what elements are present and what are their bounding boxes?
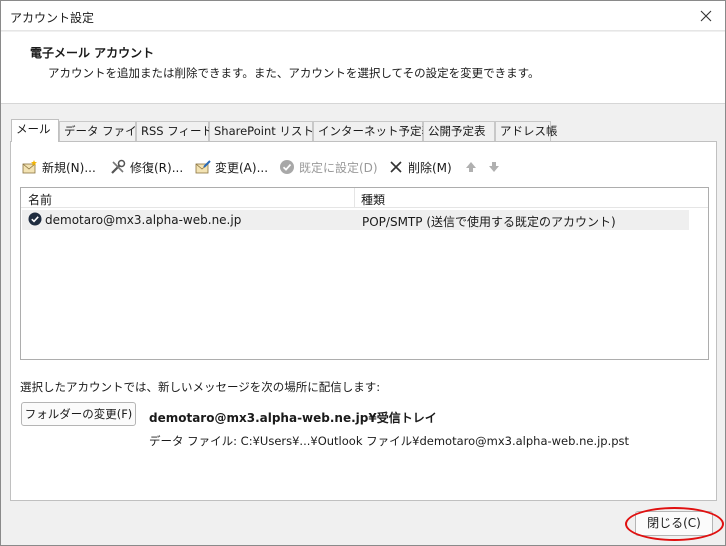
close-icon — [700, 10, 712, 22]
delete-button-label: 削除(M) — [408, 160, 452, 175]
change-account-icon — [195, 159, 211, 175]
move-up-button[interactable] — [463, 158, 483, 176]
check-circle-icon — [279, 159, 295, 175]
new-button[interactable]: 新規(N)... — [22, 158, 96, 176]
title-bar: アカウント設定 — [1, 1, 725, 31]
set-default-button[interactable]: 既定に設定(D) — [279, 158, 378, 176]
repair-button-label: 修復(R)... — [130, 160, 184, 175]
account-list[interactable]: 名前 種類 demotaro@mx3.alpha-web.ne.jp POP/S… — [20, 187, 709, 360]
change-folder-button[interactable]: フォルダーの変更(F) — [21, 402, 136, 426]
column-header-name[interactable]: 名前 — [28, 191, 52, 208]
close-button[interactable]: 閉じる(C) — [635, 511, 713, 536]
data-file-path: データ ファイル: C:¥Users¥...¥Outlook ファイル¥demo… — [149, 434, 630, 448]
delete-x-icon — [388, 159, 404, 175]
change-button-label: 変更(A)... — [215, 160, 269, 175]
tab-internet-calendars[interactable]: インターネット予定表 — [313, 121, 433, 141]
tab-sharepoint-lists[interactable]: SharePoint リスト — [209, 121, 314, 141]
new-button-label: 新規(N)... — [42, 160, 96, 175]
header-section: 電子メール アカウント アカウントを追加または削除できます。また、アカウントを選… — [1, 32, 725, 104]
tab-mail[interactable]: メール — [11, 119, 59, 142]
column-divider — [354, 188, 355, 208]
list-header: 名前 種類 — [21, 188, 708, 208]
move-down-button[interactable] — [486, 158, 506, 176]
mail-tab-panel: 新規(N)... 修復(R)... 変更(A)... 既定に設定(D) 削除(M… — [10, 141, 717, 501]
tab-rss-feeds[interactable]: RSS フィード — [136, 121, 213, 141]
new-account-icon — [22, 159, 38, 175]
column-header-type[interactable]: 種類 — [361, 191, 385, 208]
account-row[interactable]: demotaro@mx3.alpha-web.ne.jp POP/SMTP (送… — [22, 210, 689, 230]
repair-button[interactable]: 修復(R)... — [110, 158, 183, 176]
tab-address-books[interactable]: アドレス帳 — [495, 121, 558, 141]
delete-button[interactable]: 削除(M) — [388, 158, 452, 176]
window-close-button[interactable] — [693, 4, 719, 28]
account-type: POP/SMTP (送信で使用する既定のアカウント) — [362, 215, 616, 229]
set-default-button-label: 既定に設定(D) — [299, 160, 378, 175]
change-button[interactable]: 変更(A)... — [195, 158, 268, 176]
tab-published-calendars[interactable]: 公開予定表 — [423, 121, 495, 141]
delivery-label: 選択したアカウントでは、新しいメッセージを次の場所に配信します: — [20, 380, 381, 394]
default-account-check-icon — [28, 212, 42, 229]
arrow-up-icon — [463, 159, 479, 175]
delivery-target: demotaro@mx3.alpha-web.ne.jp¥受信トレイ — [149, 411, 437, 425]
window-title: アカウント設定 — [10, 11, 95, 25]
account-name: demotaro@mx3.alpha-web.ne.jp — [45, 213, 242, 227]
header-description: アカウントを追加または削除できます。また、アカウントを選択してその設定を変更でき… — [48, 66, 540, 80]
repair-tools-icon — [110, 159, 126, 175]
header-title: 電子メール アカウント — [30, 46, 155, 60]
account-settings-window: アカウント設定 電子メール アカウント アカウントを追加または削除できます。また… — [0, 0, 726, 546]
arrow-down-icon — [486, 159, 502, 175]
tab-data-files[interactable]: データ ファイル — [59, 121, 148, 141]
